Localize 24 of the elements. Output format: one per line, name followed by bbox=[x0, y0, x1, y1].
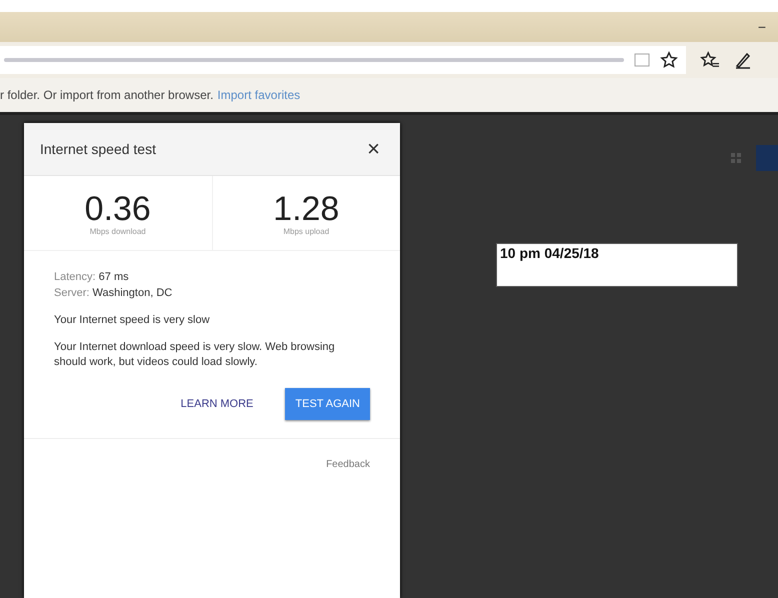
speed-unit: Mbps upload bbox=[283, 226, 330, 236]
minimize-button[interactable]: − bbox=[758, 19, 766, 35]
speed-value: 1.28 bbox=[273, 190, 340, 226]
close-button[interactable]: × bbox=[363, 133, 384, 165]
detail-label: Server: bbox=[54, 287, 90, 299]
favorites-star-icon[interactable] bbox=[700, 51, 720, 69]
dialog-title: Internet speed test bbox=[40, 141, 156, 157]
speed-value: 0.36 bbox=[84, 190, 151, 226]
address-field[interactable] bbox=[0, 46, 686, 74]
speed-description: Your Internet download speed is very slow. Web browsing should work, but videos could load slowly. bbox=[54, 340, 336, 370]
test-again-button[interactable]: TEST AGAIN bbox=[285, 388, 370, 420]
import-message: r folder. Or import from another browser. bbox=[0, 88, 214, 102]
pen-icon[interactable] bbox=[734, 51, 752, 69]
grid-icon[interactable] bbox=[730, 152, 742, 164]
detail-label: Latency: bbox=[54, 271, 96, 283]
feedback-link[interactable]: Feedback bbox=[326, 459, 370, 470]
speed-summary: Your Internet speed is very slow bbox=[54, 313, 211, 328]
reading-view-icon[interactable] bbox=[634, 53, 650, 67]
detail-value: Washington, DC bbox=[92, 287, 172, 299]
detail-value: 67 ms bbox=[98, 271, 129, 283]
speed-unit: Mbps download bbox=[90, 226, 146, 236]
learn-more-button[interactable]: LEARN MORE bbox=[170, 388, 264, 420]
star-icon[interactable] bbox=[660, 51, 678, 69]
timestamp-label: 10 pm 04/25/18 bbox=[496, 243, 738, 287]
